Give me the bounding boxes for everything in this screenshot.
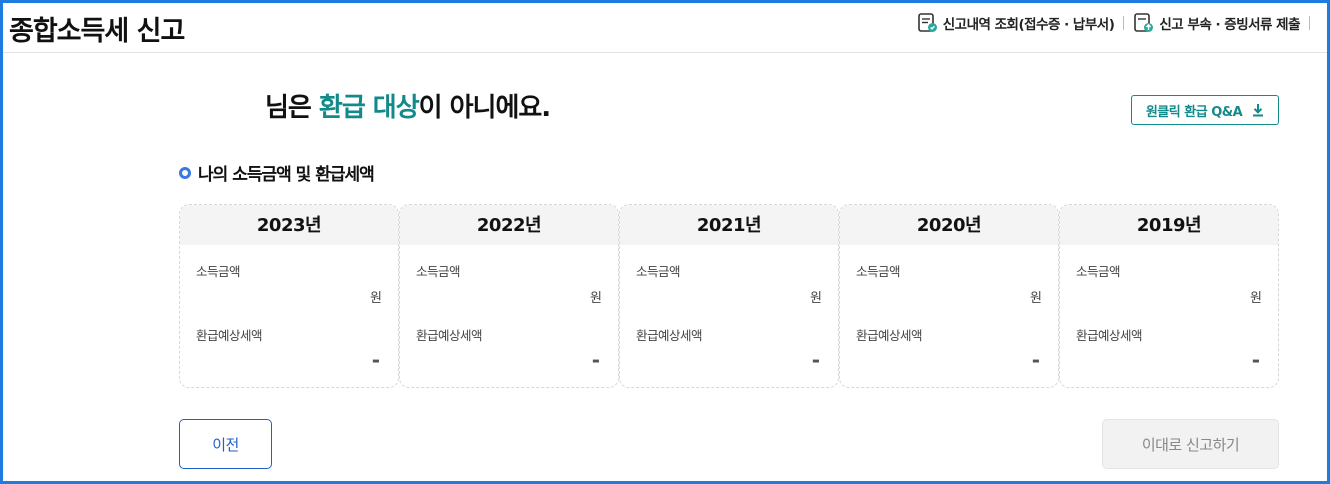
year-card-2020: 2020년 소득금액 원 환급예상세액 -	[839, 204, 1059, 388]
headline-prefix: 님은	[265, 93, 319, 123]
income-unit: 원	[370, 291, 382, 306]
card-year: 2020년	[840, 205, 1058, 245]
attachment-submit-label: 신고 부속 · 증빙서류 제출	[1159, 17, 1300, 33]
year-card-2022: 2022년 소득금액 원 환급예상세액 -	[399, 204, 619, 388]
income-label: 소득금액	[196, 264, 241, 279]
refund-label: 환급예상세액	[856, 328, 923, 343]
year-card-2021: 2021년 소득금액 원 환급예상세액 -	[619, 204, 839, 388]
year-card-2019: 2019년 소득금액 원 환급예상세액 -	[1059, 204, 1279, 388]
refund-label: 환급예상세액	[416, 328, 483, 343]
result-headline: 님은 환급 대상이 아니에요.	[265, 87, 552, 124]
refund-label: 환급예상세액	[196, 328, 263, 343]
section-title: 나의 소득금액 및 환급세액	[179, 160, 375, 185]
document-upload-icon	[1134, 13, 1154, 32]
headline-suffix: 이 아니에요.	[418, 93, 552, 123]
refund-value: -	[371, 348, 380, 372]
divider	[1309, 16, 1310, 30]
headline-accent: 환급 대상	[318, 93, 420, 123]
bullet-icon	[179, 166, 191, 179]
filing-history-link[interactable]: 신고내역 조회(접수증 · 납부서)	[917, 12, 1115, 34]
refund-value: -	[811, 348, 820, 372]
header-links: 신고내역 조회(접수증 · 납부서) 신고 부속 · 증빙서류 제출	[917, 12, 1319, 34]
year-cards: 2023년 소득금액 원 환급예상세액 - 2022년 소득금액 원 환급예상세…	[179, 204, 1279, 388]
filing-history-label: 신고내역 조회(접수증 · 납부서)	[942, 17, 1115, 33]
income-unit: 원	[1250, 291, 1262, 306]
refund-qa-label: 원클릭 환급 Q&A	[1145, 104, 1243, 120]
income-label: 소득금액	[1076, 264, 1121, 279]
submit-as-is-button[interactable]: 이대로 신고하기	[1102, 419, 1279, 469]
page-title: 종합소득세 신고	[9, 16, 185, 47]
year-card-2023: 2023년 소득금액 원 환급예상세액 -	[179, 204, 399, 388]
divider	[1123, 16, 1125, 30]
app-frame: 종합소득세 신고 신고내역 조회(접수증 · 납부서) 신고 부속 · 증빙서류…	[0, 0, 1330, 484]
download-icon	[1253, 104, 1264, 117]
refund-value: -	[591, 348, 600, 372]
card-year: 2022년	[400, 205, 618, 245]
income-unit: 원	[590, 291, 602, 306]
income-label: 소득금액	[856, 264, 901, 279]
refund-label: 환급예상세액	[1076, 328, 1143, 343]
attachment-submit-link[interactable]: 신고 부속 · 증빙서류 제출	[1133, 12, 1300, 34]
income-unit: 원	[1030, 291, 1042, 306]
section-title-text: 나의 소득금액 및 환급세액	[198, 165, 375, 185]
prev-button[interactable]: 이전	[179, 419, 272, 469]
refund-value: -	[1251, 348, 1260, 372]
income-label: 소득금액	[636, 264, 681, 279]
income-unit: 원	[810, 291, 822, 306]
card-year: 2019년	[1060, 205, 1278, 245]
card-year: 2023년	[180, 205, 398, 245]
refund-qa-button[interactable]: 원클릭 환급 Q&A	[1131, 95, 1279, 125]
header-bar: 종합소득세 신고 신고내역 조회(접수증 · 납부서) 신고 부속 · 증빙서류…	[3, 3, 1327, 53]
income-label: 소득금액	[416, 264, 461, 279]
refund-value: -	[1031, 348, 1040, 372]
card-year: 2021년	[620, 205, 838, 245]
refund-label: 환급예상세액	[636, 328, 703, 343]
document-search-icon	[917, 13, 937, 32]
